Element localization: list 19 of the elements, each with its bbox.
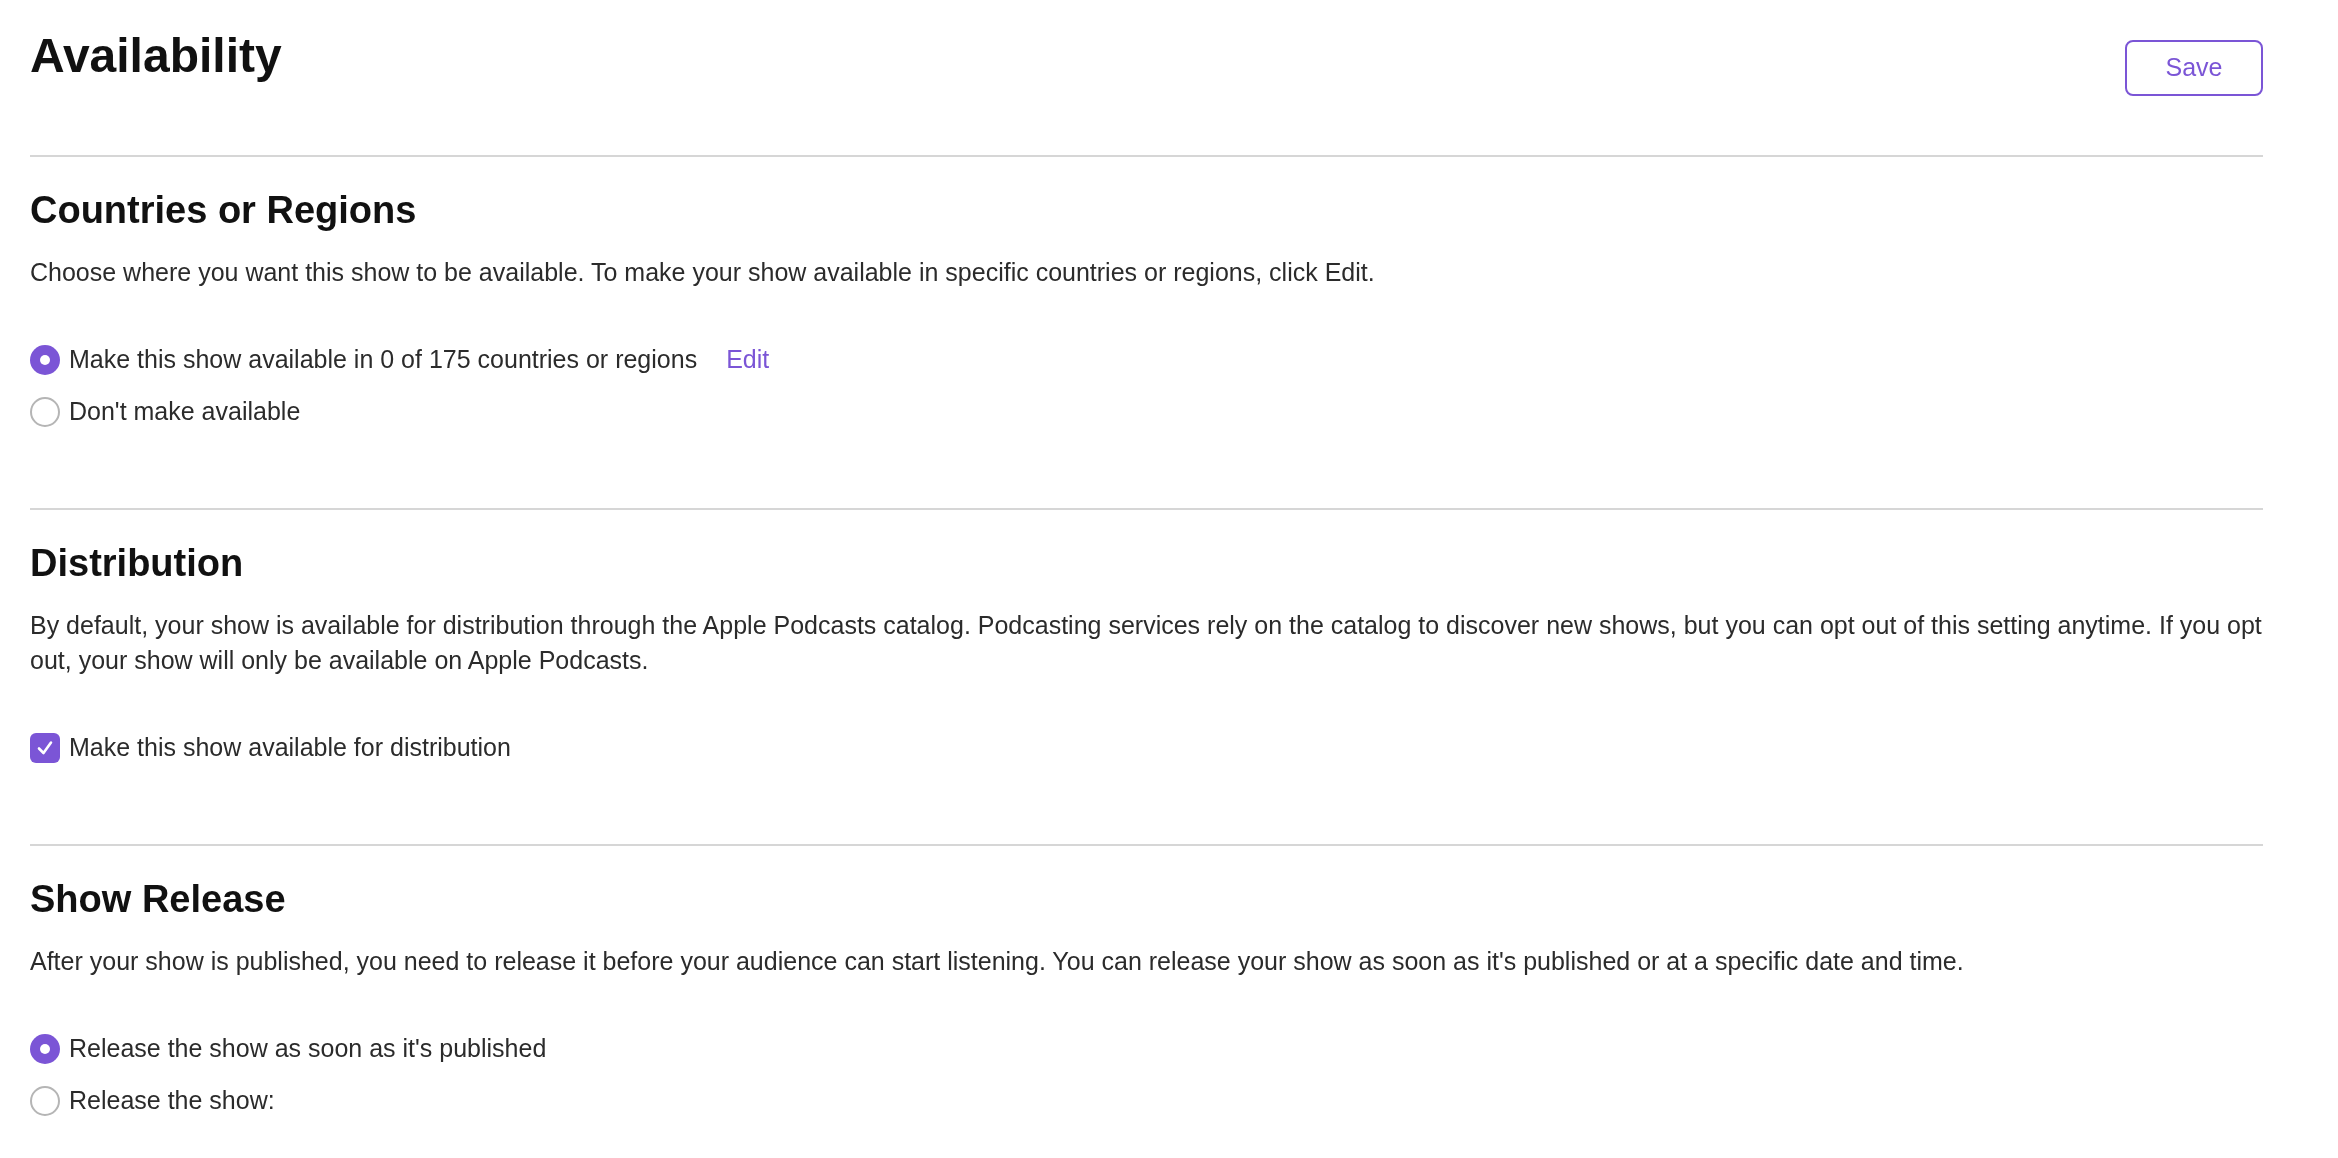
edit-link[interactable]: Edit	[726, 341, 770, 379]
section-description: Choose where you want this show to be available. To make your show available in specific countries or regions, click Edit.	[30, 257, 1376, 288]
section-title: Countries or Regions	[30, 191, 418, 229]
option-label: Release the show:	[69, 1085, 275, 1117]
section-title: Show Release	[30, 880, 287, 918]
page-title: Availability	[30, 32, 282, 80]
option-label: Make this show available for distribution	[69, 732, 511, 764]
radio-button[interactable]	[30, 345, 60, 375]
radio-button[interactable]	[30, 397, 60, 427]
section-description: By default, your show is available for distribution through the Apple Podcasts catalog. Podcasting services rely on the catalog to discover new shows, but you can opt out of this setting anytime. If you opt out, your show will only be available on Apple Podcasts.	[30, 610, 2263, 676]
section-description: After your show is published, you need to release it before your audience can start listening. You can release your show as soon as it's published or at a specific date and time.	[30, 946, 1965, 977]
section-title: Distribution	[30, 544, 245, 582]
option-label: Don't make available	[69, 396, 301, 428]
save-button[interactable]: Save	[2125, 40, 2263, 96]
option-label: Make this show available in 0 of 175 countries or regions	[69, 344, 698, 376]
checkbox[interactable]	[30, 733, 60, 763]
radio-button[interactable]	[30, 1086, 60, 1116]
option-label: Release the show as soon as it's published	[69, 1033, 547, 1065]
radio-button[interactable]	[30, 1034, 60, 1064]
